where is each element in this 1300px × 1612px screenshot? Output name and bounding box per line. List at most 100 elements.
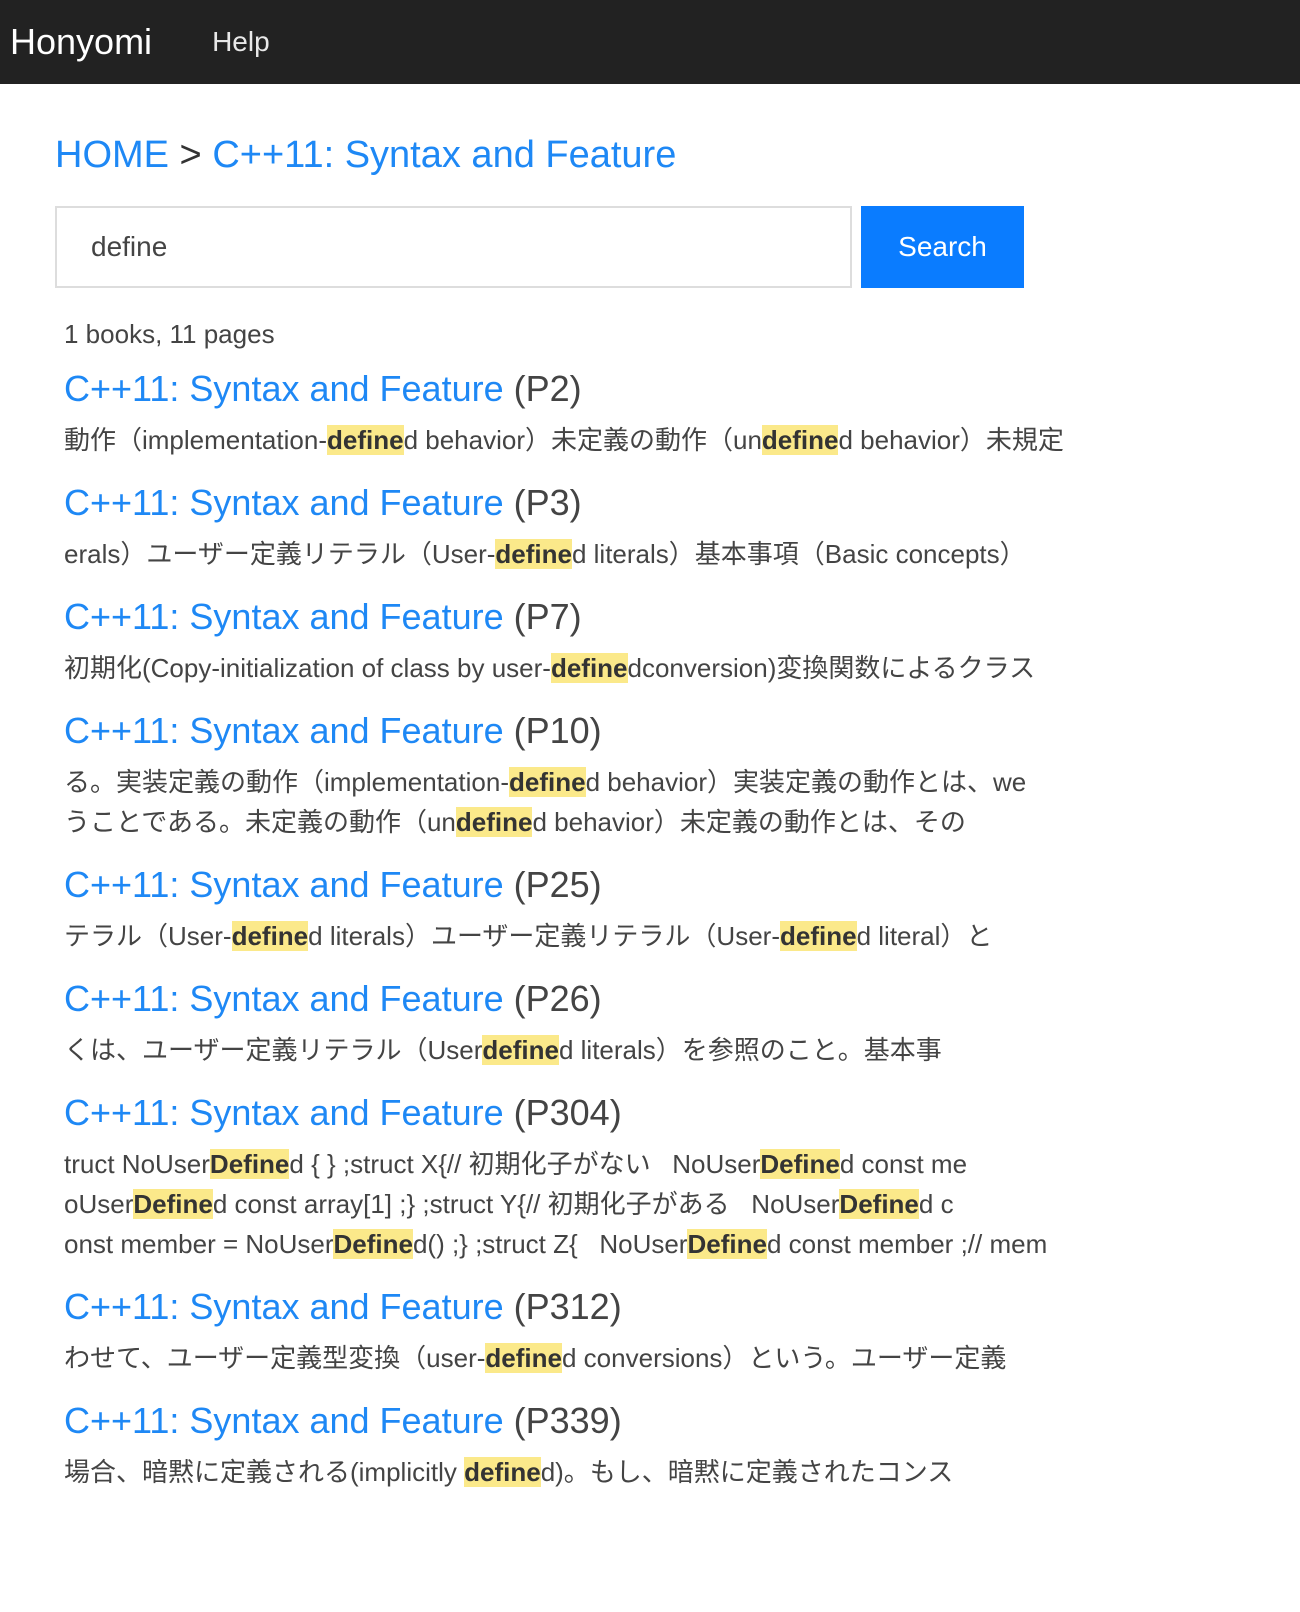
search-highlight: define: [482, 1035, 559, 1065]
search-input[interactable]: [55, 206, 852, 288]
snippet-text: d c: [918, 1189, 954, 1219]
result-book-link[interactable]: C++11: Syntax and Feature: [64, 710, 504, 751]
result-item: C++11: Syntax and Feature (P3) erals）ユーザー…: [64, 476, 1300, 574]
snippet-line: 初期化(Copy-initialization of class by user…: [64, 648, 1300, 688]
snippet-line: erals）ユーザー定義リテラル（User-defined literals）基…: [64, 534, 1300, 574]
breadcrumb-book[interactable]: C++11: Syntax and Feature: [212, 134, 676, 176]
snippet-text: d const array[1] ;} ;struct Y{// 初期化子がある…: [212, 1189, 840, 1219]
breadcrumb: HOME > C++11: Syntax and Feature: [55, 132, 1300, 178]
result-book-link[interactable]: C++11: Syntax and Feature: [64, 864, 504, 905]
result-page-number: (P10): [513, 710, 602, 751]
search-highlight: define: [455, 807, 533, 837]
snippet-text: テラル（User-: [64, 921, 232, 951]
brand-link[interactable]: Honyomi: [10, 21, 152, 63]
search-highlight: Define: [839, 1189, 919, 1219]
result-item: C++11: Syntax and Feature (P10) る。実装定義の動作…: [64, 704, 1300, 842]
search-highlight: define: [495, 539, 572, 569]
result-book-link[interactable]: C++11: Syntax and Feature: [64, 482, 504, 523]
result-snippet: erals）ユーザー定義リテラル（User-defined literals）基…: [64, 534, 1300, 574]
result-title: C++11: Syntax and Feature (P3): [64, 476, 1300, 530]
snippet-line: truct NoUserDefined { } ;struct X{// 初期化…: [64, 1144, 1300, 1184]
search-highlight: Define: [133, 1189, 213, 1219]
result-page-number: (P7): [513, 596, 582, 637]
result-item: C++11: Syntax and Feature (P7) 初期化(Copy-i…: [64, 590, 1300, 688]
snippet-text: d literals）基本事項（Basic concepts）: [571, 539, 1026, 569]
result-page-number: (P26): [513, 978, 602, 1019]
result-title: C++11: Syntax and Feature (P25): [64, 858, 1300, 912]
breadcrumb-home[interactable]: HOME: [55, 134, 169, 176]
result-item: C++11: Syntax and Feature (P26) くは、ユーザー定義…: [64, 972, 1300, 1070]
snippet-text: erals）ユーザー定義リテラル（User-: [64, 539, 496, 569]
result-title: C++11: Syntax and Feature (P2): [64, 362, 1300, 416]
result-title: C++11: Syntax and Feature (P312): [64, 1280, 1300, 1334]
result-item: C++11: Syntax and Feature (P312) わせて、ユーザー…: [64, 1280, 1300, 1378]
result-snippet: テラル（User-defined literals）ユーザー定義リテラル（Use…: [64, 916, 1300, 956]
result-item: C++11: Syntax and Feature (P25) テラル（User-…: [64, 858, 1300, 956]
result-book-link[interactable]: C++11: Syntax and Feature: [64, 1092, 504, 1133]
snippet-text: くは、ユーザー定義リテラル（User: [64, 1035, 483, 1065]
result-snippet: truct NoUserDefined { } ;struct X{// 初期化…: [64, 1144, 1300, 1264]
snippet-text: d literal）と: [856, 921, 993, 951]
snippet-line: oUserDefined const array[1] ;} ;struct Y…: [64, 1184, 1300, 1224]
snippet-text: d behavior）未定義の動作（un: [403, 425, 762, 455]
result-book-link[interactable]: C++11: Syntax and Feature: [64, 978, 504, 1019]
snippet-line: テラル（User-defined literals）ユーザー定義リテラル（Use…: [64, 916, 1300, 956]
snippet-text: d behavior）未定義の動作とは、その: [532, 807, 966, 837]
snippet-text: truct NoUser: [64, 1149, 210, 1179]
search-highlight: Define: [209, 1149, 290, 1179]
snippet-text: d literals）ユーザー定義リテラル（User-: [308, 921, 780, 951]
result-snippet: 場合、暗黙に定義される(implicitly defined)。もし、暗黙に定義…: [64, 1452, 1300, 1492]
snippet-text: d() ;} ;struct Z{ NoUser: [412, 1229, 688, 1259]
snippet-text: d behavior）未規定: [838, 425, 1064, 455]
snippet-text: d behavior）実装定義の動作とは、we: [585, 767, 1027, 797]
search-highlight: Define: [760, 1149, 840, 1179]
search-highlight: Define: [333, 1229, 413, 1259]
snippet-text: onst member = NoUser: [64, 1229, 334, 1259]
help-link[interactable]: Help: [212, 26, 270, 58]
search-button[interactable]: Search: [861, 206, 1024, 288]
result-title: C++11: Syntax and Feature (P26): [64, 972, 1300, 1026]
snippet-text: 場合、暗黙に定義される(implicitly: [64, 1457, 465, 1487]
result-page-number: (P339): [513, 1400, 622, 1441]
search-form: Search: [55, 206, 1300, 288]
search-highlight: define: [550, 653, 628, 683]
snippet-line: くは、ユーザー定義リテラル（Userdefined literals）を参照のこ…: [64, 1030, 1300, 1070]
result-title: C++11: Syntax and Feature (P7): [64, 590, 1300, 644]
snippet-text: oUser: [64, 1189, 134, 1219]
result-page-number: (P312): [513, 1286, 622, 1327]
search-highlight: define: [508, 767, 586, 797]
snippet-text: d)。もし、暗黙に定義されたコンス: [540, 1457, 954, 1487]
result-count: 1 books, 11 pages: [64, 319, 275, 349]
result-title: C++11: Syntax and Feature (P304): [64, 1086, 1300, 1140]
breadcrumb-separator: >: [169, 134, 213, 176]
snippet-text: d const me: [839, 1149, 968, 1179]
result-item: C++11: Syntax and Feature (P304) truct No…: [64, 1086, 1300, 1264]
result-page-number: (P304): [513, 1092, 622, 1133]
snippet-text: 初期化(Copy-initialization of class by user…: [64, 653, 551, 683]
result-snippet: 初期化(Copy-initialization of class by user…: [64, 648, 1300, 688]
search-highlight: define: [326, 425, 404, 455]
search-highlight: define: [231, 921, 309, 951]
result-snippet: わせて、ユーザー定義型変換（user-defined conversions）と…: [64, 1338, 1300, 1378]
snippet-line: る。実装定義の動作（implementation-defined behavio…: [64, 762, 1300, 802]
search-highlight: define: [780, 921, 857, 951]
result-book-link[interactable]: C++11: Syntax and Feature: [64, 368, 504, 409]
snippet-text: うことである。未定義の動作（un: [64, 807, 456, 837]
result-book-link[interactable]: C++11: Syntax and Feature: [64, 596, 504, 637]
snippet-text: d const member ;// mem: [766, 1229, 1048, 1259]
result-book-link[interactable]: C++11: Syntax and Feature: [64, 1400, 504, 1441]
result-title: C++11: Syntax and Feature (P10): [64, 704, 1300, 758]
result-page-number: (P3): [513, 482, 582, 523]
snippet-text: dconversion)変換関数によるクラス: [627, 653, 1036, 683]
search-highlight: define: [464, 1457, 541, 1487]
snippet-line: 場合、暗黙に定義される(implicitly defined)。もし、暗黙に定義…: [64, 1452, 1300, 1492]
result-snippet: る。実装定義の動作（implementation-defined behavio…: [64, 762, 1300, 842]
result-book-link[interactable]: C++11: Syntax and Feature: [64, 1286, 504, 1327]
result-snippet: 動作（implementation-defined behavior）未定義の動…: [64, 420, 1300, 460]
search-highlight: Define: [687, 1229, 767, 1259]
snippet-text: d conversions）という。ユーザー定義: [562, 1343, 1007, 1373]
snippet-line: 動作（implementation-defined behavior）未定義の動…: [64, 420, 1300, 460]
result-list: C++11: Syntax and Feature (P2) 動作（impleme…: [64, 362, 1300, 1492]
snippet-text: わせて、ユーザー定義型変換（user-: [64, 1343, 486, 1373]
result-item: C++11: Syntax and Feature (P339) 場合、暗黙に定義…: [64, 1394, 1300, 1492]
